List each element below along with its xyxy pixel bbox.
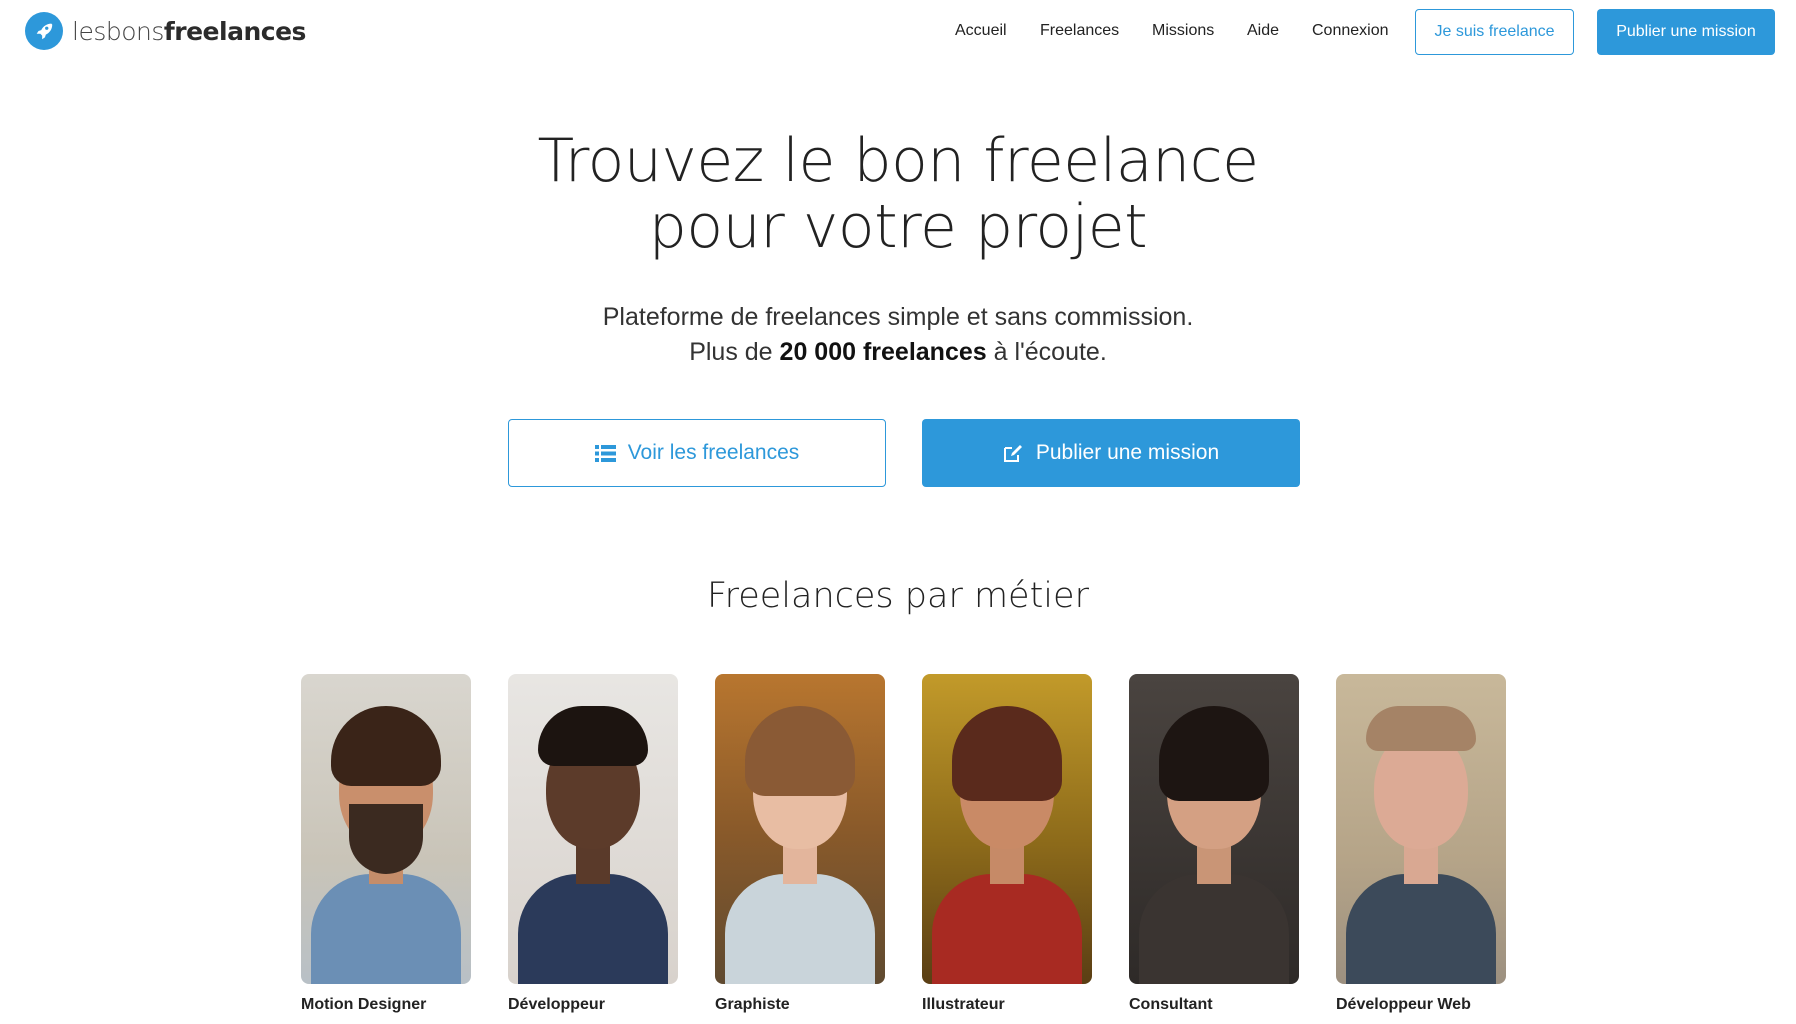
profession-photo xyxy=(508,674,678,984)
nav-link-connexion[interactable]: Connexion xyxy=(1312,22,1389,40)
profession-label: Graphiste xyxy=(715,996,790,1013)
hero-subtitle-line-1: Plateforme de freelances simple et sans … xyxy=(602,303,1194,331)
freelance-count: 20 000 freelances xyxy=(779,338,987,366)
profession-card-developpeur[interactable]: Développeur xyxy=(508,674,678,1013)
profession-label: Développeur Web xyxy=(1336,996,1471,1013)
nav-link-aide[interactable]: Aide xyxy=(1247,22,1279,40)
site-logo[interactable]: lesbonsfreelances xyxy=(25,12,306,50)
profession-photo xyxy=(1336,674,1506,984)
nav-link-accueil[interactable]: Accueil xyxy=(955,22,1007,40)
view-freelances-label: Voir les freelances xyxy=(627,441,800,464)
profession-photo xyxy=(301,674,471,984)
profession-card-illustrateur[interactable]: Illustrateur xyxy=(922,674,1092,1013)
freelance-signup-button[interactable]: Je suis freelance xyxy=(1415,9,1574,55)
hero-subtitle: Plateforme de freelances simple et sans … xyxy=(0,300,1796,370)
top-navbar: lesbonsfreelances Accueil Freelances Mis… xyxy=(0,0,1796,64)
profession-label: Consultant xyxy=(1129,996,1213,1013)
nav-publish-mission-button[interactable]: Publier une mission xyxy=(1597,9,1775,55)
rocket-icon xyxy=(25,12,63,50)
section-title: Freelances par métier xyxy=(707,576,1089,616)
nav-link-missions[interactable]: Missions xyxy=(1152,22,1214,40)
profession-photo xyxy=(1129,674,1299,984)
hero-subtitle-line-2: Plus de 20 000 freelances à l'écoute. xyxy=(689,338,1107,366)
profession-photo xyxy=(922,674,1092,984)
profession-label: Motion Designer xyxy=(301,996,427,1013)
profession-photo xyxy=(715,674,885,984)
brand-name: lesbonsfreelances xyxy=(72,16,306,46)
profession-card-consultant[interactable]: Consultant xyxy=(1129,674,1299,1013)
profession-card-motion-designer[interactable]: Motion Designer xyxy=(301,674,471,1013)
profession-label: Illustrateur xyxy=(922,996,1005,1013)
publish-mission-button[interactable]: Publier une mission xyxy=(922,419,1300,487)
publish-mission-label: Publier une mission xyxy=(1035,441,1220,464)
list-icon xyxy=(594,444,616,462)
nav-link-freelances[interactable]: Freelances xyxy=(1040,22,1119,40)
profession-card-developpeur-web[interactable]: Développeur Web xyxy=(1336,674,1506,1013)
hero-title: Trouvez le bon freelance pour votre proj… xyxy=(0,128,1796,260)
hero-title-line-1: Trouvez le bon freelance xyxy=(537,126,1259,196)
hero-title-line-2: pour votre projet xyxy=(648,192,1148,262)
profession-label: Développeur xyxy=(508,996,605,1013)
view-freelances-button[interactable]: Voir les freelances xyxy=(508,419,886,487)
edit-icon xyxy=(1003,444,1024,463)
profession-card-graphiste[interactable]: Graphiste xyxy=(715,674,885,1013)
